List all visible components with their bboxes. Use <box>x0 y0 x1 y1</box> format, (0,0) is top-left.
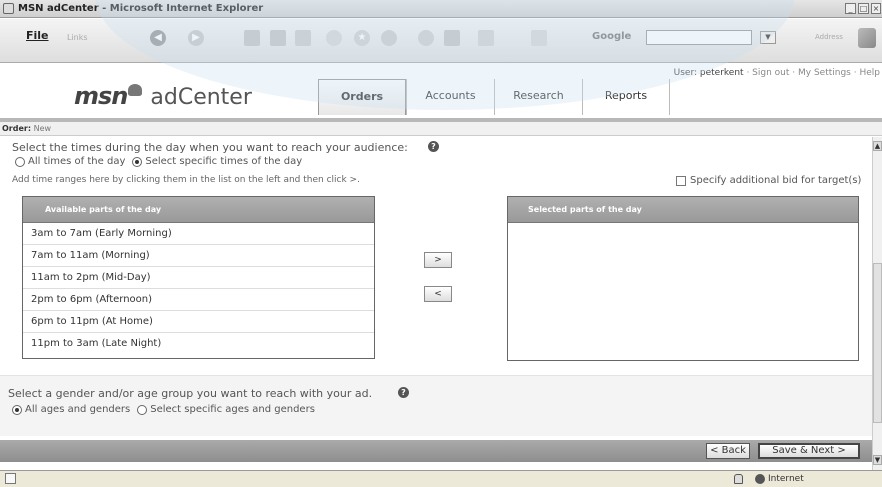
home-icon[interactable] <box>295 30 311 46</box>
security-zone: Internet <box>755 474 804 484</box>
list-item[interactable]: 7am to 11am (Morning) <box>23 245 374 267</box>
edit-icon[interactable] <box>478 30 494 46</box>
tab-orders[interactable]: Orders <box>318 79 406 115</box>
minimize-icon[interactable]: _ <box>845 3 856 14</box>
tab-accounts[interactable]: Accounts <box>406 79 494 115</box>
additional-bid-checkbox[interactable] <box>676 175 686 186</box>
messenger-icon[interactable] <box>531 30 547 46</box>
list-item[interactable]: 2pm to 6pm (Afternoon) <box>23 289 374 311</box>
chevron-down-icon[interactable]: ▼ <box>760 31 776 44</box>
forward-arrow-icon[interactable]: ▶ <box>188 30 204 46</box>
browser-statusbar: Internet <box>0 470 882 487</box>
windows-logo-icon <box>858 28 876 48</box>
all-ages-radio[interactable] <box>12 404 22 415</box>
browser-toolbar: File Links ◀ ▶ ★ Google ▼ Address <box>0 19 882 63</box>
print-icon[interactable] <box>444 30 460 46</box>
address-label[interactable]: Address <box>815 33 843 41</box>
scrollbar-thumb[interactable] <box>873 263 882 423</box>
help-link[interactable]: Help <box>859 68 880 78</box>
sign-out-link[interactable]: Sign out <box>752 68 789 78</box>
back-button[interactable]: < Back <box>706 443 750 459</box>
adcenter-header: msn adCenter User: peterkent · Sign out ·… <box>0 64 882 120</box>
history-icon[interactable] <box>381 30 397 46</box>
favorites-star-icon[interactable]: ★ <box>354 30 370 46</box>
scroll-up-icon[interactable]: ▲ <box>873 141 882 151</box>
all-ages-label: All ages and genders <box>25 404 131 415</box>
google-toolbar-label[interactable]: Google <box>592 31 631 42</box>
main-tabs: Orders Accounts Research Reports <box>318 79 670 115</box>
help-icon[interactable]: ? <box>428 141 439 152</box>
available-dayparts-list[interactable]: Available parts of the day 3am to 7am (E… <box>22 196 375 359</box>
globe-icon <box>755 474 765 484</box>
available-list-header: Available parts of the day <box>23 197 374 223</box>
specific-ages-label: Select specific ages and genders <box>150 404 315 415</box>
demographic-question: Select a gender and/or age group you wan… <box>8 387 373 400</box>
daypart-instruction: Add time ranges here by clicking them in… <box>12 175 360 185</box>
product-name: adCenter <box>150 85 252 110</box>
stop-icon[interactable] <box>244 30 260 46</box>
file-menu[interactable]: File <box>26 29 49 42</box>
all-times-label: All times of the day <box>28 156 126 167</box>
zone-label: Internet <box>768 474 804 484</box>
window-titlebar: MSN adCenter - Microsoft Internet Explor… <box>0 0 882 18</box>
list-item[interactable]: 3am to 7am (Early Morning) <box>23 223 374 245</box>
brand-name: msn <box>74 82 128 110</box>
search-icon[interactable] <box>326 30 342 46</box>
list-item[interactable]: 6pm to 11pm (At Home) <box>23 311 374 333</box>
refresh-icon[interactable] <box>270 30 286 46</box>
form-footer: < Back Save & Next > <box>0 440 872 462</box>
msn-butterfly-icon <box>128 84 143 96</box>
ie-icon <box>3 3 14 14</box>
breadcrumb: Order: New <box>0 122 882 136</box>
help-icon[interactable]: ? <box>398 387 409 398</box>
additional-bid-label: Specify additional bid for target(s) <box>690 175 862 186</box>
page-icon <box>5 473 16 484</box>
user-name: User: peterkent <box>673 68 744 78</box>
remove-daypart-button[interactable]: < <box>424 286 452 302</box>
links-label[interactable]: Links <box>67 33 88 42</box>
mail-icon[interactable] <box>418 30 434 46</box>
google-search-input[interactable] <box>646 30 752 45</box>
list-item[interactable]: 11pm to 3am (Late Night) <box>23 333 374 355</box>
list-item[interactable]: 11am to 2pm (Mid-Day) <box>23 267 374 289</box>
breadcrumb-label: Order: <box>2 124 32 133</box>
msn-adcenter-logo: msn adCenter <box>74 82 252 110</box>
specific-ages-radio[interactable] <box>137 404 148 415</box>
selected-dayparts-list[interactable]: Selected parts of the day <box>507 196 859 361</box>
my-settings-link[interactable]: My Settings <box>798 68 851 78</box>
scroll-down-icon[interactable]: ▼ <box>873 455 882 465</box>
tab-reports[interactable]: Reports <box>582 79 670 115</box>
daypart-question: Select the times during the day when you… <box>12 141 408 154</box>
tab-research[interactable]: Research <box>494 79 582 115</box>
close-icon[interactable]: × <box>871 3 881 14</box>
page-scrollbar[interactable]: ▲ ▼ <box>872 137 882 470</box>
additional-bid-option: Specify additional bid for target(s) <box>676 175 861 186</box>
specific-times-radio[interactable] <box>132 156 143 167</box>
lock-icon <box>734 474 743 484</box>
all-times-radio[interactable] <box>15 156 25 167</box>
back-arrow-icon[interactable]: ◀ <box>150 30 166 46</box>
demographic-options: All ages and genders Select specific age… <box>12 404 315 415</box>
selected-list-header: Selected parts of the day <box>508 197 858 223</box>
save-next-button[interactable]: Save & Next > <box>758 443 860 459</box>
daypart-options: All times of the day Select specific tim… <box>15 156 302 167</box>
breadcrumb-value: New <box>33 124 52 133</box>
add-daypart-button[interactable]: > <box>424 252 452 268</box>
specific-times-label: Select specific times of the day <box>145 156 303 167</box>
user-links: User: peterkent · Sign out · My Settings… <box>673 68 880 78</box>
maximize-icon[interactable]: □ <box>858 3 869 14</box>
order-form: Select the times during the day when you… <box>0 137 872 440</box>
window-title: MSN adCenter - Microsoft Internet Explor… <box>18 3 264 14</box>
